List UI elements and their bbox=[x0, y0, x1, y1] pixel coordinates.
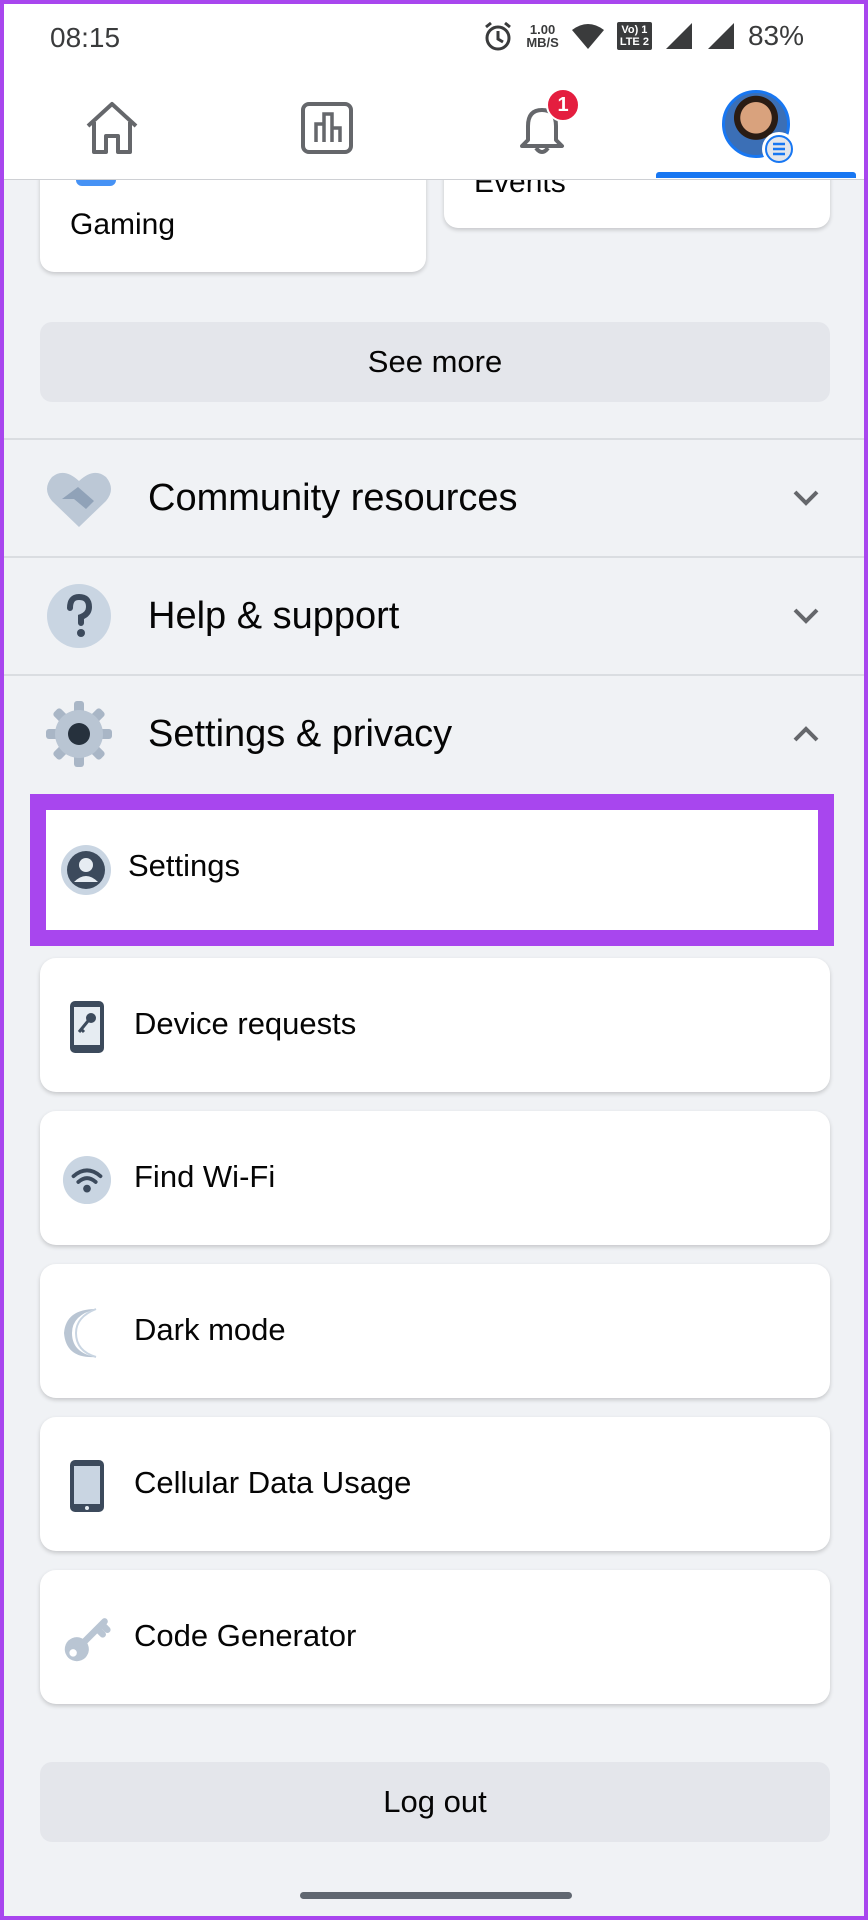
tab-home-overlay bbox=[4, 76, 219, 180]
question-icon bbox=[44, 581, 114, 651]
profile-icon bbox=[60, 844, 112, 896]
code-generator-label: Code Generator bbox=[134, 1618, 357, 1653]
code-generator-item[interactable]: Code Generator bbox=[40, 1570, 830, 1704]
cell-signal-icon bbox=[665, 23, 692, 49]
dark-mode-label: Dark mode bbox=[134, 1312, 286, 1347]
volte-top: Vo) 1 bbox=[621, 24, 648, 36]
logout-button[interactable]: Log out bbox=[40, 1762, 830, 1842]
app-screen: 08:15 1.00 MB/S Vo) 1 LTE 2 83% Gaming E… bbox=[4, 4, 864, 1916]
settings-item[interactable]: Settings bbox=[30, 794, 834, 946]
nav-overlay-content: 1 bbox=[4, 76, 864, 180]
device-requests-label: Device requests bbox=[134, 1006, 357, 1041]
see-more-button[interactable]: See more bbox=[40, 322, 830, 402]
chevron-down-icon bbox=[790, 600, 822, 632]
tab-feeds-overlay bbox=[219, 76, 434, 180]
home-indicator[interactable] bbox=[300, 1892, 572, 1899]
status-bar: 08:15 1.00 MB/S Vo) 1 LTE 2 83% bbox=[4, 4, 864, 76]
shortcut-label-gaming: Gaming bbox=[70, 208, 176, 241]
status-icons: 1.00 MB/S Vo) 1 LTE 2 83% bbox=[482, 20, 804, 52]
menu-icon bbox=[762, 132, 796, 166]
alarm-icon bbox=[485, 21, 512, 51]
phone-key-icon bbox=[62, 1001, 112, 1053]
active-tab-indicator-overlay bbox=[656, 172, 856, 178]
gear-icon bbox=[44, 699, 114, 769]
battery-level: 83% bbox=[747, 20, 804, 51]
volte-badge: Vo) 1 LTE 2 bbox=[616, 22, 652, 50]
moon-icon bbox=[62, 1308, 112, 1358]
key-icon bbox=[62, 1614, 112, 1664]
volte-bottom: LTE 2 bbox=[619, 36, 649, 48]
section-label: Community resources bbox=[148, 476, 518, 519]
chevron-up-icon bbox=[790, 718, 822, 750]
section-community-resources[interactable]: Community resources bbox=[4, 440, 864, 556]
device-requests-item[interactable]: Device requests bbox=[40, 958, 830, 1092]
section-help-support[interactable]: Help & support bbox=[4, 558, 864, 674]
section-label: Settings & privacy bbox=[148, 712, 453, 755]
wifi-icon bbox=[62, 1155, 112, 1205]
tab-notifications-overlay bbox=[434, 76, 649, 180]
settings-item-label: Settings bbox=[128, 848, 241, 883]
dark-mode-item[interactable]: Dark mode bbox=[40, 1264, 830, 1398]
chevron-down-icon bbox=[790, 482, 822, 514]
status-time: 08:15 bbox=[50, 22, 121, 53]
section-label: Help & support bbox=[148, 594, 400, 637]
net-speed-unit: MB/S bbox=[526, 35, 559, 50]
home-icon bbox=[86, 102, 137, 154]
find-wifi-item[interactable]: Find Wi-Fi bbox=[40, 1111, 830, 1245]
cellular-data-usage-item[interactable]: Cellular Data Usage bbox=[40, 1417, 830, 1551]
notification-badge-overlay: 1 bbox=[546, 88, 580, 122]
section-settings-privacy[interactable]: Settings & privacy bbox=[4, 676, 864, 792]
find-wifi-label: Find Wi-Fi bbox=[134, 1159, 276, 1194]
handshake-icon bbox=[44, 463, 114, 533]
phone-icon bbox=[62, 1460, 112, 1512]
feeds-icon bbox=[300, 102, 353, 154]
wifi-signal-icon bbox=[571, 24, 604, 49]
net-speed: 1.00 MB/S bbox=[526, 23, 559, 49]
cellular-data-usage-label: Cellular Data Usage bbox=[134, 1465, 412, 1500]
cell-signal-2-icon bbox=[707, 23, 734, 49]
